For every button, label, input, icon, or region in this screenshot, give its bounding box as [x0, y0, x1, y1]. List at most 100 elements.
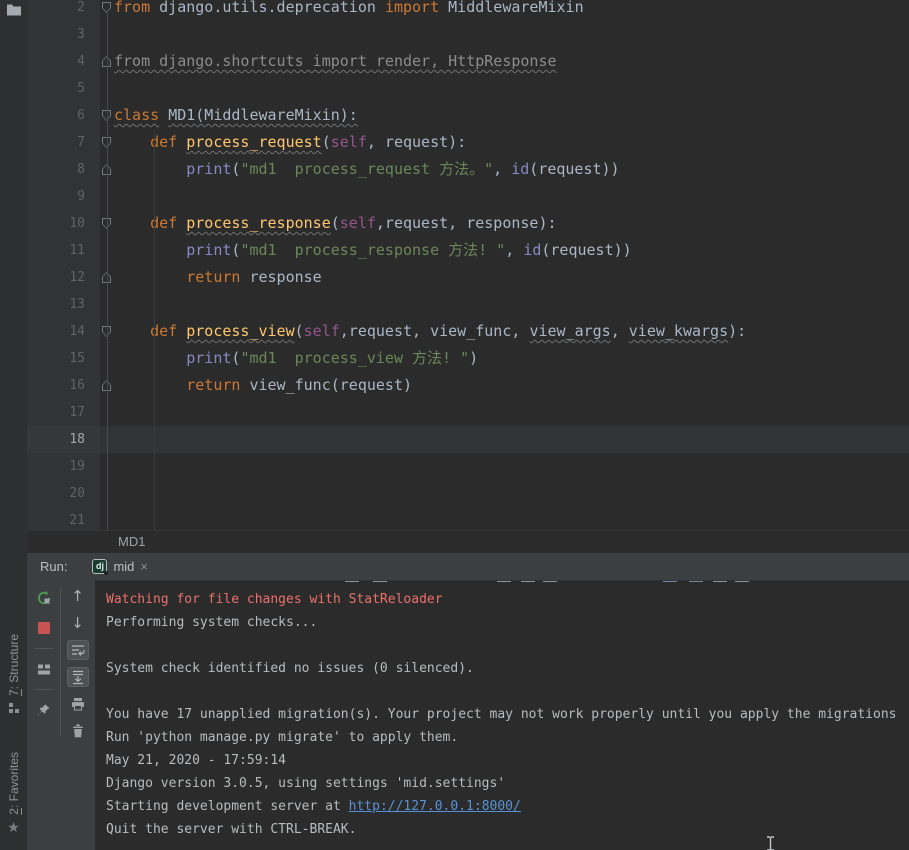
console-line: Run 'python manage.py migrate' to apply …: [106, 726, 909, 749]
pin-icon[interactable]: [33, 700, 55, 720]
structure-tab-label: 7: Structure: [7, 634, 21, 696]
code-line[interactable]: 16 return view_func(request): [27, 372, 909, 399]
fold-guide-line: [107, 10, 108, 530]
favorites-tab-label: 2: Favorites: [7, 752, 21, 815]
close-icon[interactable]: ×: [140, 559, 148, 574]
code-text: from django.shortcuts import render, Htt…: [114, 48, 557, 75]
pycharm-window: 7: Structure 2: Favorites ★ 2 from django…: [0, 0, 909, 850]
code-text: return response: [114, 264, 322, 291]
code-line[interactable]: 8 print("md1 process_request 方法。", id(re…: [27, 156, 909, 183]
code-line[interactable]: 11 print("md1 process_response 方法! ", id…: [27, 237, 909, 264]
console-line: System check identified no issues (0 sil…: [106, 657, 909, 680]
code-line[interactable]: 5: [27, 75, 909, 102]
code-text: print("md1 process_view 方法! "): [114, 345, 478, 372]
console-line: Performing system checks...: [106, 611, 909, 634]
code-line[interactable]: 13: [27, 291, 909, 318]
code-line[interactable]: 20: [27, 480, 909, 507]
code-line[interactable]: 2 from django.utils.deprecation import Mi…: [27, 0, 909, 21]
run-toolbar: ↑ ↓: [27, 580, 95, 850]
django-icon: dj: [92, 559, 107, 574]
line-number[interactable]: 8: [27, 156, 100, 183]
code-text: def process_response(self,request, respo…: [114, 210, 557, 237]
code-text: class MD1(MiddlewareMixin):: [114, 102, 358, 129]
line-number[interactable]: 12: [27, 264, 100, 291]
console-output: Watching for file changes with StatReloa…: [106, 588, 909, 841]
console-line: Watching for file changes with StatReloa…: [106, 588, 909, 611]
code-editor[interactable]: 2 from django.utils.deprecation import Mi…: [27, 0, 909, 530]
line-number[interactable]: 3: [27, 21, 100, 48]
breadcrumb-item[interactable]: MD1: [118, 534, 145, 549]
console-line: [106, 680, 909, 703]
print-icon[interactable]: [67, 694, 89, 714]
code-line[interactable]: 7 def process_request(self, request):: [27, 129, 909, 156]
down-icon[interactable]: ↓: [67, 613, 89, 633]
code-line[interactable]: 4 from django.shortcuts import render, Ht…: [27, 48, 909, 75]
line-number[interactable]: 15: [27, 345, 100, 372]
console-line: Starting development server at http://12…: [106, 795, 909, 818]
console-line: Django version 3.0.5, using settings 'mi…: [106, 772, 909, 795]
code-line[interactable]: 9: [27, 183, 909, 210]
run-tab-title: mid: [113, 559, 134, 574]
run-label: Run:: [40, 559, 67, 574]
run-console[interactable]: Watching for file changes with StatReloa…: [95, 580, 909, 850]
structure-icon: [8, 701, 20, 719]
line-number[interactable]: 5: [27, 75, 100, 102]
console-line: You have 17 unapplied migration(s). Your…: [106, 703, 909, 726]
line-number[interactable]: 10: [27, 210, 100, 237]
line-number[interactable]: 4: [27, 48, 100, 75]
line-number[interactable]: 17: [27, 399, 100, 426]
star-icon: ★: [7, 820, 20, 834]
code-line[interactable]: 10 def process_response(self,request, re…: [27, 210, 909, 237]
line-number[interactable]: 6: [27, 102, 100, 129]
run-tab-mid[interactable]: dj mid ×: [88, 553, 152, 580]
rerun-icon[interactable]: [33, 588, 55, 608]
code-line[interactable]: 15 print("md1 process_view 方法! "): [27, 345, 909, 372]
code-line[interactable]: 18: [27, 426, 909, 453]
indent-guide-line: [154, 133, 155, 530]
code-text: def process_request(self, request):: [114, 129, 466, 156]
console-line: Quit the server with CTRL-BREAK.: [106, 818, 909, 841]
code-line[interactable]: 6 class MD1(MiddlewareMixin):: [27, 102, 909, 129]
text-cursor: [765, 836, 776, 850]
main-area: 2 from django.utils.deprecation import Mi…: [27, 0, 909, 850]
code-text: return view_func(request): [114, 372, 412, 399]
clear-icon[interactable]: [67, 721, 89, 741]
code-line[interactable]: 21: [27, 507, 909, 530]
code-text: print("md1 process_request 方法。", id(requ…: [114, 156, 620, 183]
line-number[interactable]: 21: [27, 507, 100, 530]
toolbar-separator: [35, 648, 53, 649]
line-number[interactable]: 20: [27, 480, 100, 507]
line-number[interactable]: 11: [27, 237, 100, 264]
code-line[interactable]: 3: [27, 21, 909, 48]
code-text: def process_view(self,request, view_func…: [114, 318, 746, 345]
run-toolwindow-body: ↑ ↓ Watch: [27, 580, 909, 850]
line-number[interactable]: 7: [27, 129, 100, 156]
sidebar-tab-favorites[interactable]: 2: Favorites ★: [0, 752, 27, 834]
code-text: print("md1 process_response 方法! ", id(re…: [114, 237, 632, 264]
editor-lines: 2 from django.utils.deprecation import Mi…: [27, 0, 909, 530]
toolbar-separator: [35, 689, 53, 690]
code-line[interactable]: 12 return response: [27, 264, 909, 291]
restore-layout-icon[interactable]: [33, 659, 55, 679]
up-icon[interactable]: ↑: [67, 586, 89, 606]
line-number[interactable]: 13: [27, 291, 100, 318]
scroll-to-end-icon[interactable]: [67, 667, 89, 687]
line-number[interactable]: 9: [27, 183, 100, 210]
line-number[interactable]: 16: [27, 372, 100, 399]
soft-wrap-icon[interactable]: [67, 640, 89, 660]
line-number[interactable]: 18: [27, 426, 100, 453]
code-line[interactable]: 19: [27, 453, 909, 480]
sidebar-tab-structure[interactable]: 7: Structure: [0, 634, 27, 719]
project-folder-icon[interactable]: [6, 3, 22, 16]
breadcrumb: MD1: [27, 530, 909, 553]
server-url-link[interactable]: http://127.0.0.1:8000/: [349, 799, 521, 814]
line-number[interactable]: 19: [27, 453, 100, 480]
run-toolwindow-header: Run: dj mid ×: [27, 553, 909, 580]
code-text: from django.utils.deprecation import Mid…: [114, 0, 584, 21]
line-number[interactable]: 2: [27, 0, 100, 21]
code-line[interactable]: 17: [27, 399, 909, 426]
line-number[interactable]: 14: [27, 318, 100, 345]
code-line[interactable]: 14 def process_view(self,request, view_f…: [27, 318, 909, 345]
stop-icon[interactable]: [33, 618, 55, 638]
console-line: May 21, 2020 - 17:59:14: [106, 749, 909, 772]
